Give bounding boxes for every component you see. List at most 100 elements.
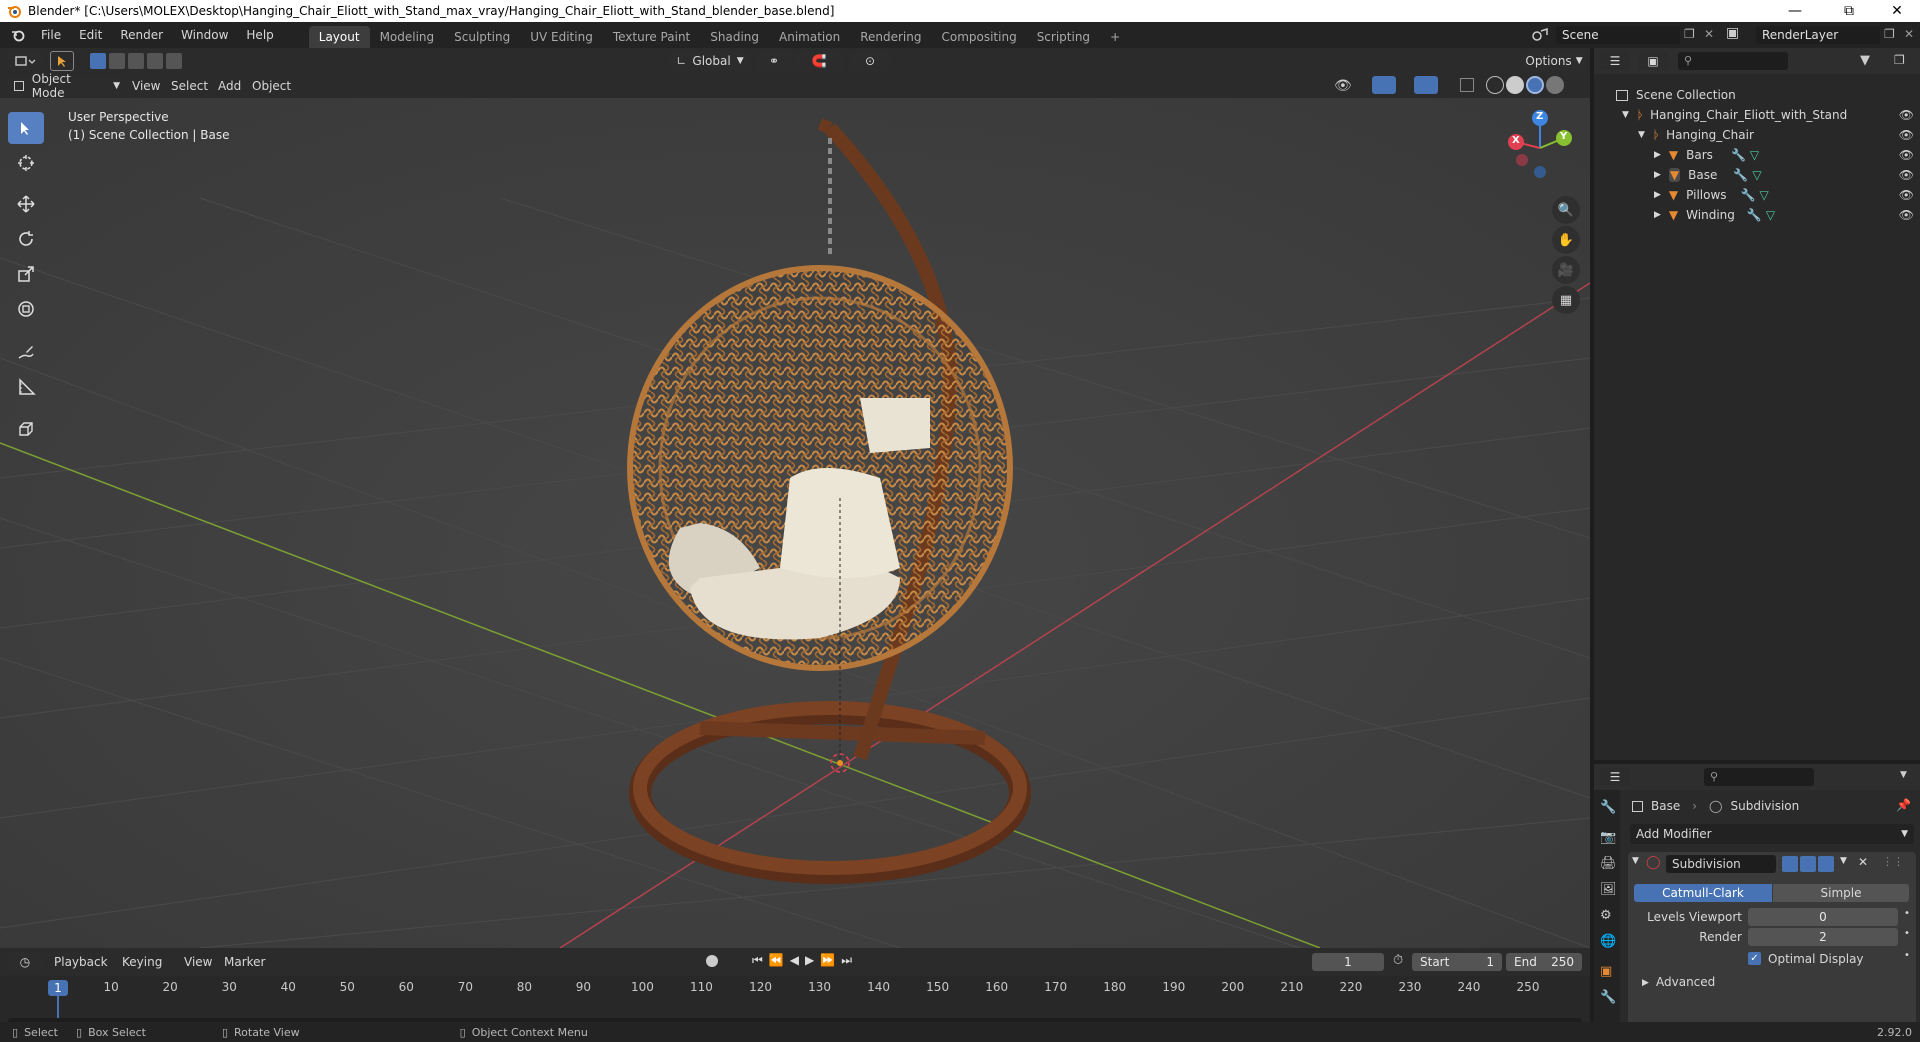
camera-view-icon[interactable]: 🎥: [1552, 256, 1580, 284]
scene-new-icon[interactable]: ❐: [1684, 27, 1695, 41]
mesh-data-icon[interactable]: ▽: [1752, 168, 1761, 182]
object-mode-dropdown[interactable]: Object Mode ▼: [8, 72, 120, 100]
timeline-menu-keying[interactable]: Keying: [122, 955, 162, 969]
overlay-toggle-icon[interactable]: [1414, 76, 1438, 94]
rendered-shading-icon[interactable]: [1546, 76, 1564, 94]
menu-render[interactable]: Render: [111, 22, 172, 48]
wireframe-shading-icon[interactable]: [1486, 76, 1504, 94]
modifier-name-field[interactable]: Subdivision: [1666, 855, 1776, 873]
tab-animation[interactable]: Animation: [769, 26, 850, 48]
visibility-eye-icon[interactable]: 👁: [1899, 108, 1914, 122]
tab-texture-paint[interactable]: Texture Paint: [603, 26, 700, 48]
start-frame-field[interactable]: Start 1: [1412, 953, 1502, 971]
keyframe-dot-icon[interactable]: •: [1904, 928, 1910, 939]
timeline-menu-marker[interactable]: Marker: [224, 955, 265, 969]
rotate-tool[interactable]: [8, 223, 44, 255]
annotate-tool[interactable]: [8, 336, 44, 368]
visibility-filter-icon[interactable]: 👁: [1334, 78, 1352, 94]
world-tab-icon[interactable]: 🌐: [1600, 934, 1616, 949]
expand-arrow-icon[interactable]: ▼: [1622, 110, 1629, 120]
tab-shading[interactable]: Shading: [700, 26, 769, 48]
modifier-wrench-icon[interactable]: 🔧: [1741, 188, 1756, 202]
select-new-icon[interactable]: [90, 53, 106, 69]
add-cube-tool[interactable]: [8, 414, 44, 446]
view-layer-tab-icon[interactable]: 🖼: [1600, 882, 1617, 897]
outliner-search-input[interactable]: ⚲: [1678, 52, 1788, 70]
pan-hand-icon[interactable]: ✋: [1552, 226, 1580, 254]
playhead[interactable]: 1: [48, 980, 68, 996]
jump-start-icon[interactable]: ⏮: [752, 953, 763, 968]
select-extend-icon[interactable]: [109, 53, 125, 69]
material-shading-icon[interactable]: [1526, 76, 1544, 94]
scale-tool[interactable]: [8, 258, 44, 290]
scene-tab-icon[interactable]: ⚙: [1600, 908, 1612, 923]
properties-editor-type-button[interactable]: ☰: [1600, 768, 1630, 786]
mesh-data-icon[interactable]: ▽: [1750, 148, 1759, 162]
end-frame-field[interactable]: End 250: [1506, 953, 1582, 971]
move-tool[interactable]: [8, 188, 44, 220]
pivot-point-dropdown[interactable]: ⚭: [756, 51, 792, 71]
tab-layout[interactable]: Layout: [308, 26, 370, 48]
render-toggle-icon[interactable]: [1818, 856, 1834, 872]
expand-arrow-icon[interactable]: ▶: [1642, 978, 1649, 988]
proportional-edit-toggle[interactable]: ⊙: [850, 51, 890, 71]
clock-icon[interactable]: ⏱: [1393, 953, 1403, 968]
add-workspace-button[interactable]: +: [1100, 26, 1130, 48]
modifier-menu-chevron-icon[interactable]: ▼: [1840, 856, 1847, 866]
output-tab-icon[interactable]: 🖨: [1600, 856, 1617, 871]
visibility-eye-icon[interactable]: 👁: [1899, 188, 1914, 202]
outliner-item-root-collection[interactable]: ▼ ᚦ Hanging_Chair_Eliott_with_Stand 👁: [1622, 105, 1920, 125]
modifier-wrench-icon[interactable]: 🔧: [1731, 148, 1746, 162]
outliner-item-bars[interactable]: ▶ ▼ Bars 🔧 ▽ 👁: [1654, 145, 1920, 165]
tool-settings-tab-icon[interactable]: 🔧: [1600, 800, 1616, 815]
expand-arrow-icon[interactable]: ▶: [1654, 170, 1661, 180]
viewport-toggle-icon[interactable]: [1800, 856, 1816, 872]
renderlayer-icon[interactable]: ▣: [1726, 25, 1739, 41]
modifier-tab-icon[interactable]: 🔧: [1600, 990, 1616, 1005]
timeline-ruler[interactable]: 1 10 20 30 40 50 60 70 80 90 100 110 120 130 140 150 16…: [0, 976, 1590, 1028]
navigation-gizmo[interactable]: Z Y X: [1500, 108, 1580, 188]
chevron-down-icon[interactable]: ▼: [1900, 770, 1907, 780]
expand-arrow-icon[interactable]: ▶: [1654, 150, 1661, 160]
drag-handle-icon[interactable]: ⋮⋮: [1882, 855, 1904, 868]
tab-uv-editing[interactable]: UV Editing: [520, 26, 603, 48]
options-dropdown[interactable]: Options ▼: [1522, 51, 1586, 71]
tab-compositing[interactable]: Compositing: [931, 26, 1026, 48]
simple-option[interactable]: Simple: [1773, 884, 1909, 902]
levels-viewport-field[interactable]: 0: [1748, 908, 1898, 926]
renderlayer-name-field[interactable]: RenderLayer: [1756, 26, 1880, 44]
properties-search-input[interactable]: ⚲: [1704, 768, 1814, 786]
pin-icon[interactable]: 📌: [1896, 798, 1911, 812]
xray-toggle-icon[interactable]: [1460, 78, 1474, 92]
viewport-menu-object[interactable]: Object: [252, 79, 291, 93]
outliner-item-winding[interactable]: ▶ ▼ Winding 🔧 ▽ 👁: [1654, 205, 1920, 225]
tab-sculpting[interactable]: Sculpting: [444, 26, 520, 48]
editor-type-button[interactable]: [8, 51, 42, 71]
restore-button[interactable]: ⧉: [1826, 0, 1872, 22]
transform-tool[interactable]: [8, 293, 44, 325]
remove-modifier-icon[interactable]: ✕: [1858, 855, 1868, 869]
select-box-tool[interactable]: [8, 112, 44, 144]
scene-name-field[interactable]: Scene: [1556, 26, 1680, 44]
mesh-data-icon[interactable]: ▽: [1766, 208, 1775, 222]
collapse-arrow-icon[interactable]: ▼: [1632, 856, 1639, 866]
next-keyframe-icon[interactable]: ⏩: [820, 953, 835, 968]
select-intersect-icon[interactable]: [166, 53, 182, 69]
menu-edit[interactable]: Edit: [70, 22, 111, 48]
record-toggle-icon[interactable]: [706, 955, 718, 967]
new-collection-icon[interactable]: ❐: [1894, 53, 1905, 67]
filter-icon[interactable]: ▼: [1860, 53, 1870, 68]
scene-remove-icon[interactable]: ✕: [1704, 27, 1714, 41]
tab-scripting[interactable]: Scripting: [1027, 26, 1100, 48]
display-mode-button[interactable]: ▣: [1638, 52, 1668, 70]
timeline-menu-view[interactable]: View: [184, 955, 212, 969]
render-tab-icon[interactable]: 📷: [1600, 830, 1616, 845]
keyframe-dot-icon[interactable]: •: [1904, 950, 1910, 961]
mesh-data-icon[interactable]: ▽: [1760, 188, 1769, 202]
minimize-button[interactable]: —: [1772, 0, 1818, 22]
keyframe-dot-icon[interactable]: •: [1904, 908, 1910, 919]
blender-menu-icon[interactable]: [10, 27, 26, 43]
outliner-item-pillows[interactable]: ▶ ▼ Pillows 🔧 ▽ 👁: [1654, 185, 1920, 205]
renderlayer-remove-icon[interactable]: ✕: [1904, 27, 1914, 41]
outliner-editor-type-button[interactable]: ☰: [1600, 52, 1630, 70]
